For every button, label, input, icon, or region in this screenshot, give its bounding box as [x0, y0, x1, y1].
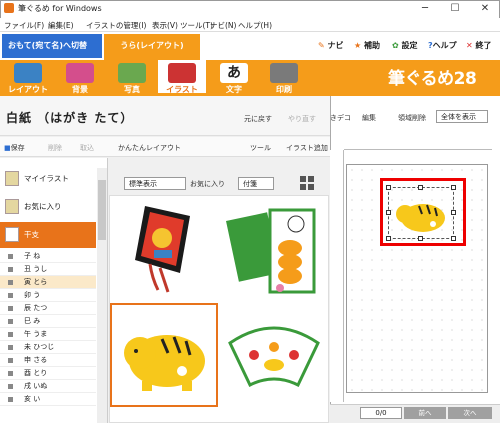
window-title: 筆ぐるめ for Windows	[18, 4, 102, 13]
prev-page-button[interactable]: 前へ	[404, 407, 446, 419]
redo-button[interactable]: やり直す	[288, 114, 316, 124]
delete-button[interactable]: 削除	[48, 143, 62, 153]
illust-tile[interactable]	[220, 198, 328, 302]
menu-view[interactable]: 表示(V)	[152, 20, 178, 31]
kite-illust-icon	[135, 206, 190, 293]
close-button[interactable]: ✕	[470, 0, 500, 18]
list-item[interactable]: 巳 み	[0, 315, 96, 328]
background-icon	[66, 63, 94, 83]
fan-tiger-icon	[228, 326, 320, 388]
app-logo: 筆ぐるめ28	[388, 69, 477, 89]
minimize-button[interactable]: ─	[410, 0, 440, 18]
resize-handle[interactable]	[386, 210, 391, 215]
document-title: 白紙 （はがき たて）	[6, 111, 134, 125]
printer-icon	[270, 63, 298, 83]
folder-icon	[5, 199, 19, 214]
scrollbar-thumb[interactable]	[98, 180, 106, 240]
resize-handle[interactable]	[451, 185, 456, 190]
close-icon: ✕	[466, 41, 473, 50]
tab-omote[interactable]: おもて(宛て名)へ切替	[2, 34, 102, 58]
menu-edit[interactable]: 編集(E)	[48, 20, 74, 31]
list-item[interactable]: 酉 とり	[0, 367, 96, 380]
menu-tools[interactable]: ツール(T)	[180, 20, 213, 31]
category-favorites[interactable]: お気に入り	[0, 194, 96, 220]
resize-handle[interactable]	[451, 236, 456, 241]
zoom-select[interactable]: 全体を表示	[436, 110, 488, 123]
save-icon: ■	[4, 144, 11, 152]
display-mode-select[interactable]: 標準表示	[124, 177, 186, 190]
ribbon-photo[interactable]: 写真	[108, 60, 156, 96]
text-icon: あ	[220, 63, 248, 83]
help-button[interactable]: ?ヘルプ	[428, 40, 457, 51]
ribbon-layout[interactable]: レイアウト	[4, 60, 52, 96]
ideco-button[interactable]: きデコ	[330, 113, 351, 123]
tiger-illust-icon	[396, 204, 445, 232]
save-button[interactable]: ■保存	[4, 143, 25, 153]
import-button[interactable]: 取込	[80, 143, 94, 153]
layout-icon	[14, 63, 42, 83]
photo-icon	[118, 63, 146, 83]
illust-tile-selected[interactable]	[110, 303, 218, 407]
list-item[interactable]: 卯 う	[0, 289, 96, 302]
gear-icon: ✿	[392, 41, 399, 50]
menu-file[interactable]: ファイル(F)	[4, 20, 44, 31]
illust-icon	[168, 63, 196, 83]
pen-icon: ✎	[318, 41, 325, 50]
list-item[interactable]: 寅 とら	[0, 276, 96, 289]
ribbon-text[interactable]: あ文字	[210, 60, 258, 96]
list-item[interactable]: 辰 たつ	[0, 302, 96, 315]
resize-handle[interactable]	[451, 210, 456, 215]
ribbon-background[interactable]: 背景	[56, 60, 104, 96]
illust-tile[interactable]	[220, 303, 328, 407]
list-item[interactable]: 子 ね	[0, 250, 96, 263]
settings-button[interactable]: ✿ 設定	[392, 40, 418, 51]
tiger-illust-icon	[124, 335, 205, 391]
category-eto[interactable]: 干支	[0, 222, 96, 248]
list-item[interactable]: 未 ひつじ	[0, 341, 96, 354]
undo-button[interactable]: 元に戻す	[244, 114, 272, 124]
placed-illust[interactable]	[388, 187, 454, 239]
karuta-tiger-icon	[226, 208, 316, 294]
illust-tile[interactable]	[110, 198, 218, 302]
vertical-ruler	[330, 150, 344, 402]
resize-handle[interactable]	[386, 236, 391, 241]
menu-help[interactable]: ヘルプ(H)	[238, 20, 272, 31]
next-page-button[interactable]: 次へ	[448, 407, 492, 419]
grid-view-icon[interactable]	[300, 176, 314, 190]
resize-handle[interactable]	[418, 236, 423, 241]
maximize-button[interactable]: ☐	[440, 0, 470, 18]
add-illust-button[interactable]: イラスト追加	[286, 143, 328, 153]
star-icon: ★	[354, 41, 362, 50]
category-my-illust[interactable]: マイイラスト	[0, 166, 96, 192]
menu-navi[interactable]: ナビ(N)	[210, 20, 236, 31]
favorites-filter[interactable]: お気に入り	[190, 179, 225, 189]
list-item[interactable]: 丑 うし	[0, 263, 96, 276]
ribbon-illust[interactable]: イラスト	[158, 60, 206, 96]
easy-layout-button[interactable]: かんたんレイアウト	[118, 143, 181, 153]
navi-button[interactable]: ✎ ナビ	[318, 40, 344, 51]
clear-region-button[interactable]: 領域削除	[398, 113, 426, 123]
edit-menu[interactable]: 編集	[362, 113, 376, 123]
tab-ura[interactable]: うら(レイアウト)	[104, 34, 200, 60]
list-item[interactable]: 亥 い	[0, 393, 96, 406]
hojo-button[interactable]: ★ 補助	[354, 40, 380, 51]
list-item[interactable]: 申 さる	[0, 354, 96, 367]
app-icon	[4, 3, 14, 13]
exit-button[interactable]: ✕ 終了	[466, 40, 492, 51]
tag-filter-select[interactable]: 付箋	[238, 177, 274, 190]
resize-handle[interactable]	[418, 185, 423, 190]
ribbon-print[interactable]: 印刷	[260, 60, 308, 96]
resize-handle[interactable]	[386, 185, 391, 190]
list-item[interactable]: 午 うま	[0, 328, 96, 341]
horizontal-ruler	[344, 138, 492, 150]
folder-icon	[5, 227, 19, 242]
page-counter: 0/0	[360, 407, 402, 419]
list-item[interactable]: 戌 いぬ	[0, 380, 96, 393]
menu-illust-manage[interactable]: イラストの管理(I)	[86, 20, 146, 31]
folder-icon	[5, 171, 19, 186]
tools-button[interactable]: ツール	[250, 143, 271, 153]
